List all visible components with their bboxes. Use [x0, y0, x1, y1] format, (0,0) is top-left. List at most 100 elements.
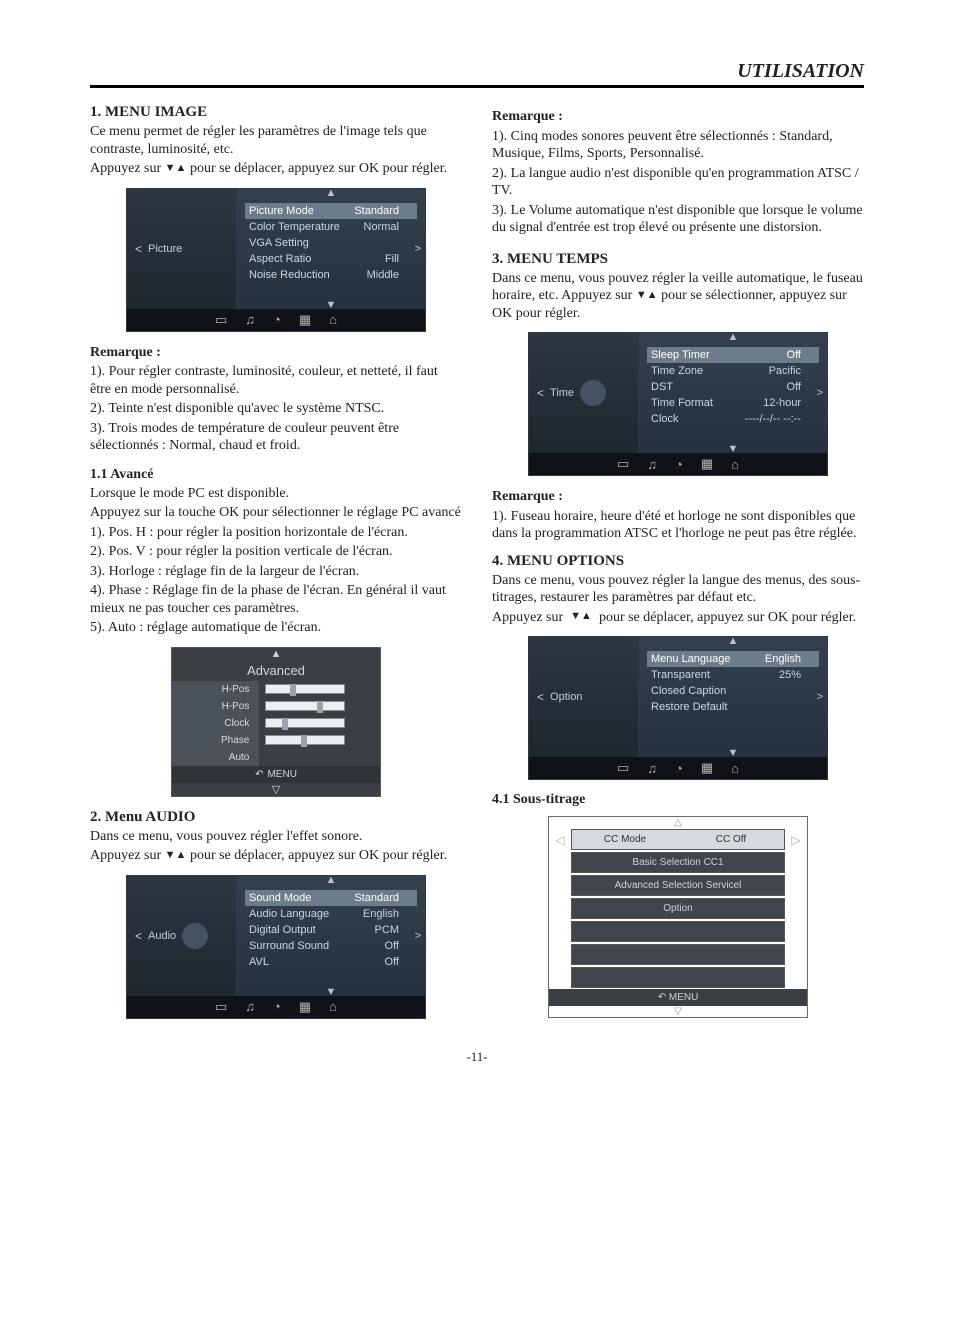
- note-label: Remarque :: [90, 344, 462, 362]
- monitor-icon: ▭: [617, 760, 629, 776]
- chevron-up-icon[interactable]: △: [549, 817, 807, 828]
- clock-icon: [580, 380, 606, 406]
- cc-row[interactable]: Option: [571, 898, 785, 919]
- osd-row[interactable]: Audio LanguageEnglish: [245, 906, 417, 922]
- adv-item: 3). Horloge : réglage fin de la largeur …: [90, 563, 462, 581]
- section-2-title: 2. Menu AUDIO: [90, 809, 462, 826]
- osd-bottom-icons: ▭ ♫ ◔ ▦ ⌂: [529, 757, 827, 779]
- menu-button[interactable]: ↶MENU: [172, 766, 380, 783]
- osd-row[interactable]: VGA Setting: [245, 235, 417, 251]
- adv-item: 4). Phase : Réglage fin de la phase de l…: [90, 582, 462, 617]
- osd-row[interactable]: Color TemperatureNormal: [245, 219, 417, 235]
- osd-row[interactable]: Time Format12-hour: [647, 395, 819, 411]
- chevron-down-icon[interactable]: ▼: [326, 299, 337, 311]
- osd-bottom-icons: ▭ ♫ ◔ ▦ ⌂: [127, 996, 425, 1018]
- osd-time: < Time ▲ Sleep TimerOff Time ZonePacific…: [528, 332, 828, 476]
- down-up-arrows-icon: ▼▲: [636, 289, 658, 303]
- note-item: 3). Trois modes de température de couleu…: [90, 420, 462, 455]
- osd-closed-caption: △ ◁ CC Mode CC Off ▷ Basic Selection CC1…: [548, 816, 808, 1018]
- osd-row[interactable]: Restore Default: [647, 699, 819, 715]
- osd-picture: < Picture ▲ Picture ModeStandard Color T…: [126, 188, 426, 332]
- page-header: UTILISATION: [90, 60, 864, 88]
- lock-icon: ⌂: [731, 457, 739, 472]
- osd-row[interactable]: Sleep TimerOff: [647, 347, 819, 363]
- cc-row[interactable]: CC Mode CC Off: [571, 829, 785, 850]
- chevron-up-icon[interactable]: ▲: [172, 648, 380, 660]
- clock-icon: ◔: [675, 457, 683, 472]
- chevron-right-icon[interactable]: >: [817, 387, 823, 399]
- note-item: 3). Le Volume automatique n'est disponib…: [492, 202, 864, 237]
- note-item: 1). Fuseau horaire, heure d'été et horlo…: [492, 508, 864, 543]
- osd-row[interactable]: Digital OutputPCM: [245, 922, 417, 938]
- osd-row[interactable]: Sound ModeStandard: [245, 890, 417, 906]
- adv-row[interactable]: Auto: [172, 749, 380, 766]
- chevron-left-icon[interactable]: <: [135, 929, 142, 943]
- chevron-up-icon[interactable]: ▲: [326, 874, 337, 886]
- adv-row[interactable]: Clock: [172, 715, 380, 732]
- chevron-down-icon[interactable]: ▽: [549, 1006, 807, 1017]
- monitor-icon: ▭: [617, 456, 629, 472]
- osd-row[interactable]: Surround SoundOff: [245, 938, 417, 954]
- chevron-right-icon[interactable]: >: [415, 243, 421, 255]
- osd-row[interactable]: Transparent25%: [647, 667, 819, 683]
- chevron-down-icon[interactable]: ▼: [326, 986, 337, 998]
- monitor-icon: ▭: [215, 312, 227, 328]
- osd-row[interactable]: Time ZonePacific: [647, 363, 819, 379]
- osd-row[interactable]: Aspect RatioFill: [245, 251, 417, 267]
- osd-bottom-icons: ▭ ♫ ◔ ▦ ⌂: [529, 453, 827, 475]
- cc-row: [571, 967, 785, 988]
- adv-row[interactable]: H-Pos: [172, 681, 380, 698]
- osd-row[interactable]: Picture ModeStandard: [245, 203, 417, 219]
- down-up-arrows-icon: ▼▲: [570, 610, 592, 624]
- cc-row[interactable]: Advanced Selection Servicel: [571, 875, 785, 896]
- chevron-down-icon[interactable]: ▼: [728, 443, 739, 455]
- music-icon: ♫: [245, 999, 255, 1014]
- chevron-down-icon[interactable]: ▽: [172, 783, 380, 796]
- osd-row[interactable]: Noise ReductionMiddle: [245, 267, 417, 283]
- clock-icon: ◔: [273, 999, 281, 1014]
- chevron-left-icon[interactable]: <: [135, 242, 142, 256]
- menu-button[interactable]: ↶ MENU: [549, 989, 807, 1006]
- osd-row[interactable]: AVLOff: [245, 954, 417, 970]
- note-item: 1). Pour régler contraste, luminosité, c…: [90, 363, 462, 398]
- osd-row[interactable]: Closed Caption: [647, 683, 819, 699]
- osd-row[interactable]: Clock----/--/-- --:--: [647, 411, 819, 427]
- right-column: Remarque : 1). Cinq modes sonores peuven…: [492, 98, 864, 1031]
- section-4-intro: Dans ce menu, vous pouvez régler la lang…: [492, 572, 864, 607]
- section-2-nav: Appuyez sur ▼▲ pour se déplacer, appuyez…: [90, 847, 462, 865]
- osd-bottom-icons: ▭ ♫ ◔ ▦ ⌂: [127, 309, 425, 331]
- chevron-up-icon[interactable]: ▲: [728, 635, 739, 647]
- grid-icon: ▦: [701, 760, 713, 776]
- chevron-left-icon[interactable]: ◁: [549, 833, 571, 847]
- osd-option: < Option ▲ Menu LanguageEnglish Transpar…: [528, 636, 828, 780]
- chevron-right-icon[interactable]: >: [817, 691, 823, 703]
- osd-category-label: Time: [550, 387, 574, 399]
- chevron-right-icon[interactable]: >: [415, 930, 421, 942]
- adv-item: 1). Pos. H : pour régler la position hor…: [90, 524, 462, 542]
- chevron-down-icon[interactable]: ▼: [728, 747, 739, 759]
- osd-row[interactable]: Menu LanguageEnglish: [647, 651, 819, 667]
- adv-item: 2). Pos. V : pour régler la position ver…: [90, 543, 462, 561]
- chevron-left-icon[interactable]: <: [537, 386, 544, 400]
- adv-item: 5). Auto : réglage automatique de l'écra…: [90, 619, 462, 637]
- section-4-nav: Appuyez sur ▼▲ pour se déplacer, appuyez…: [492, 609, 864, 627]
- grid-icon: ▦: [299, 312, 311, 328]
- lock-icon: ⌂: [329, 312, 337, 327]
- cc-row: [571, 944, 785, 965]
- grid-icon: ▦: [701, 456, 713, 472]
- back-arrow-icon: ↶: [658, 992, 666, 1003]
- section-1-title: 1. MENU IMAGE: [90, 104, 462, 121]
- cc-row: [571, 921, 785, 942]
- cc-row[interactable]: Basic Selection CC1: [571, 852, 785, 873]
- chevron-left-icon[interactable]: <: [537, 690, 544, 704]
- chevron-up-icon[interactable]: ▲: [728, 331, 739, 343]
- adv-row[interactable]: H-Pos: [172, 698, 380, 715]
- note-label: Remarque :: [492, 108, 864, 126]
- osd-row[interactable]: DSTOff: [647, 379, 819, 395]
- chevron-up-icon[interactable]: ▲: [326, 187, 337, 199]
- monitor-icon: ▭: [215, 999, 227, 1015]
- chevron-right-icon[interactable]: ▷: [785, 833, 807, 847]
- osd-category-label: Option: [550, 691, 582, 703]
- clock-icon: ◔: [273, 312, 281, 327]
- adv-row[interactable]: Phase: [172, 732, 380, 749]
